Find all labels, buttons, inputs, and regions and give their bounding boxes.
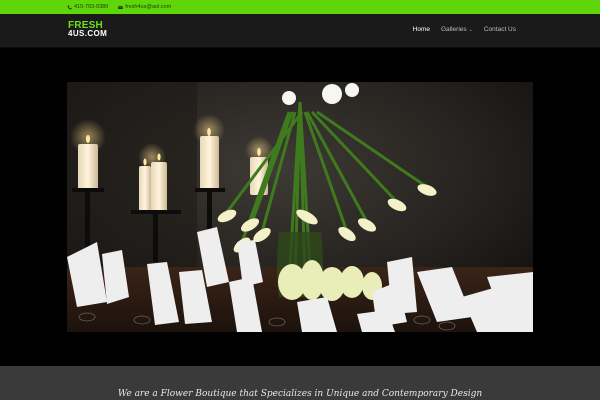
site-header: FRESH 4US.COM Home Galleries ⌄ Contact U… (0, 14, 600, 48)
top-contact-bar: 415-703-0380 fresh4us@aol.com (0, 0, 600, 14)
email-contact[interactable]: fresh4us@aol.com (118, 4, 171, 10)
nav-galleries-label: Galleries (440, 26, 467, 33)
site-logo[interactable]: FRESH 4US.COM (68, 21, 108, 38)
nav-contact-label: Contact Us (483, 26, 516, 33)
email-address: fresh4us@aol.com (125, 4, 172, 10)
envelope-icon (118, 5, 124, 9)
nav-home-label: Home (412, 26, 430, 33)
main-nav: Home Galleries ⌄ Contact Us (413, 26, 516, 33)
hero-photo (67, 82, 533, 332)
nav-contact-us[interactable]: Contact Us (484, 26, 516, 33)
tagline: We are a Flower Boutique that Specialize… (117, 389, 483, 399)
chevron-down-icon: ⌄ (468, 26, 473, 33)
phone-number: 415-703-0380 (74, 4, 109, 10)
phone-icon (67, 5, 72, 9)
logo-line-2: 4US.COM (68, 29, 108, 38)
nav-home[interactable]: Home (413, 26, 430, 33)
hero-image (67, 82, 533, 332)
nav-galleries[interactable]: Galleries ⌄ (441, 26, 473, 33)
phone-contact[interactable]: 415-703-0380 (67, 4, 108, 10)
